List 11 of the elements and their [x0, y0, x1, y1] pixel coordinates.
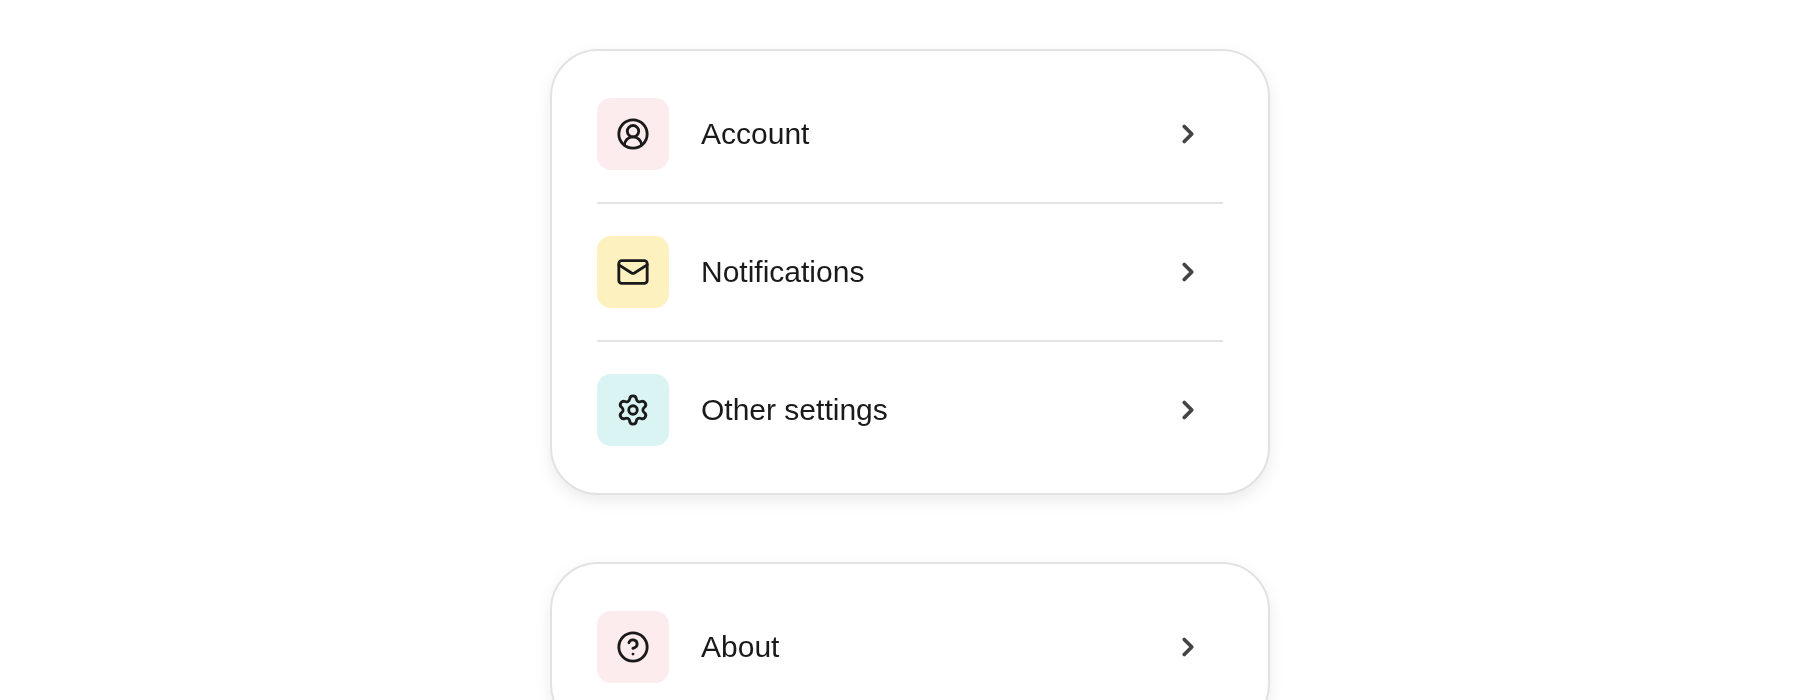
settings-row[interactable]: Account: [597, 66, 1223, 202]
row-label: Notifications: [701, 257, 865, 287]
row-label: Account: [701, 119, 810, 149]
row-label: Other settings: [701, 395, 888, 425]
account-icon: [616, 117, 650, 151]
row-label: About: [701, 632, 780, 662]
settings-row[interactable]: About: [597, 579, 1223, 700]
settings-icon: [616, 393, 650, 427]
settings-row[interactable]: Notifications: [597, 204, 1223, 340]
help-icon: [616, 630, 650, 664]
settings-row[interactable]: Other settings: [597, 342, 1223, 478]
